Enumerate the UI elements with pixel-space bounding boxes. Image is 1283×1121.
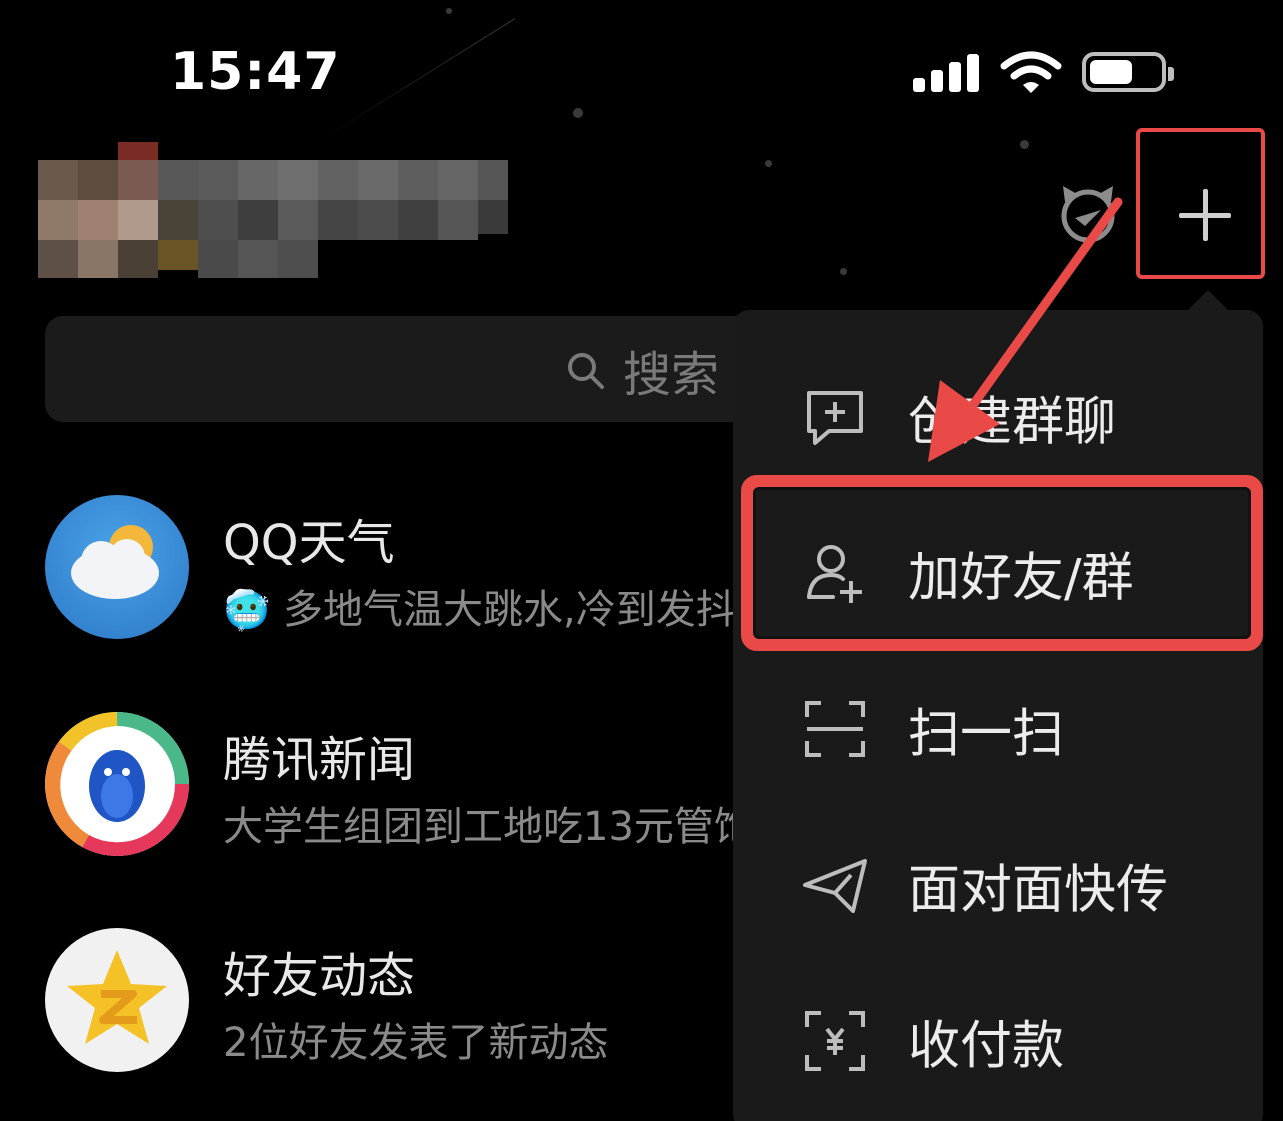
- qzone-star-icon: [45, 928, 189, 1072]
- menu-caret: [1186, 290, 1230, 312]
- menu-item-face-to-face[interactable]: 面对面快传: [733, 810, 1263, 960]
- weather-cloud-sun-icon: [45, 495, 189, 639]
- conversation-title: QQ天气: [223, 515, 395, 571]
- qq-home-screen: 15:47 搜索 QQ天气 🥶 多地气温大跳水,冷到发抖 腾讯新闻 大学生组团到…: [0, 0, 1283, 1121]
- menu-item-create-group[interactable]: 创建群聊: [733, 342, 1263, 492]
- cellular-signal-icon: [913, 54, 979, 92]
- conversation-preview-text: 多地气温大跳水,冷到发抖: [283, 587, 736, 633]
- create-group-chat-icon: [807, 391, 863, 445]
- conversation-item[interactable]: 腾讯新闻 大学生组团到工地吃13元管饱: [45, 712, 754, 862]
- qq-mascot-icon[interactable]: [1055, 180, 1121, 246]
- profile-avatar-pixelated[interactable]: [38, 142, 508, 302]
- background-star: [573, 108, 583, 118]
- status-time: 15:47: [170, 42, 341, 102]
- menu-item-label: 扫一扫: [908, 704, 1065, 765]
- menu-item-label: 创建群聊: [908, 392, 1117, 453]
- search-placeholder-group: 搜索: [565, 340, 719, 403]
- background-star: [840, 268, 847, 275]
- wifi-icon: [1000, 51, 1062, 93]
- background-streak: [319, 18, 516, 141]
- conversation-preview: 🥶 多地气温大跳水,冷到发抖: [223, 577, 736, 635]
- conversation-title: 好友动态: [223, 948, 416, 1004]
- paper-plane-icon: [803, 859, 867, 913]
- plus-highlight-box: [1136, 128, 1265, 279]
- conversation-preview: 大学生组团到工地吃13元管饱: [223, 804, 754, 850]
- scan-icon: [805, 701, 865, 757]
- penguin-news-icon: [45, 712, 189, 856]
- menu-item-payment[interactable]: 收付款: [733, 966, 1263, 1116]
- background-star: [1020, 140, 1029, 149]
- background-star: [765, 160, 772, 167]
- payment-scan-icon: [805, 1011, 865, 1071]
- menu-item-label: 面对面快传: [908, 860, 1169, 921]
- search-placeholder: 搜索: [623, 347, 720, 403]
- cold-face-emoji: 🥶: [223, 588, 271, 632]
- search-icon: [568, 353, 604, 389]
- conversation-preview: 2位好友发表了新动态: [223, 1020, 609, 1066]
- battery-icon: [1082, 52, 1174, 92]
- conversation-item[interactable]: QQ天气 🥶 多地气温大跳水,冷到发抖: [45, 495, 745, 645]
- background-star: [446, 8, 452, 14]
- add-friend-highlight-inner: [753, 487, 1251, 639]
- conversation-item[interactable]: 好友动态 2位好友发表了新动态: [45, 928, 745, 1078]
- menu-item-label: 收付款: [908, 1016, 1065, 1077]
- menu-item-scan[interactable]: 扫一扫: [733, 654, 1263, 804]
- conversation-title: 腾讯新闻: [223, 732, 416, 788]
